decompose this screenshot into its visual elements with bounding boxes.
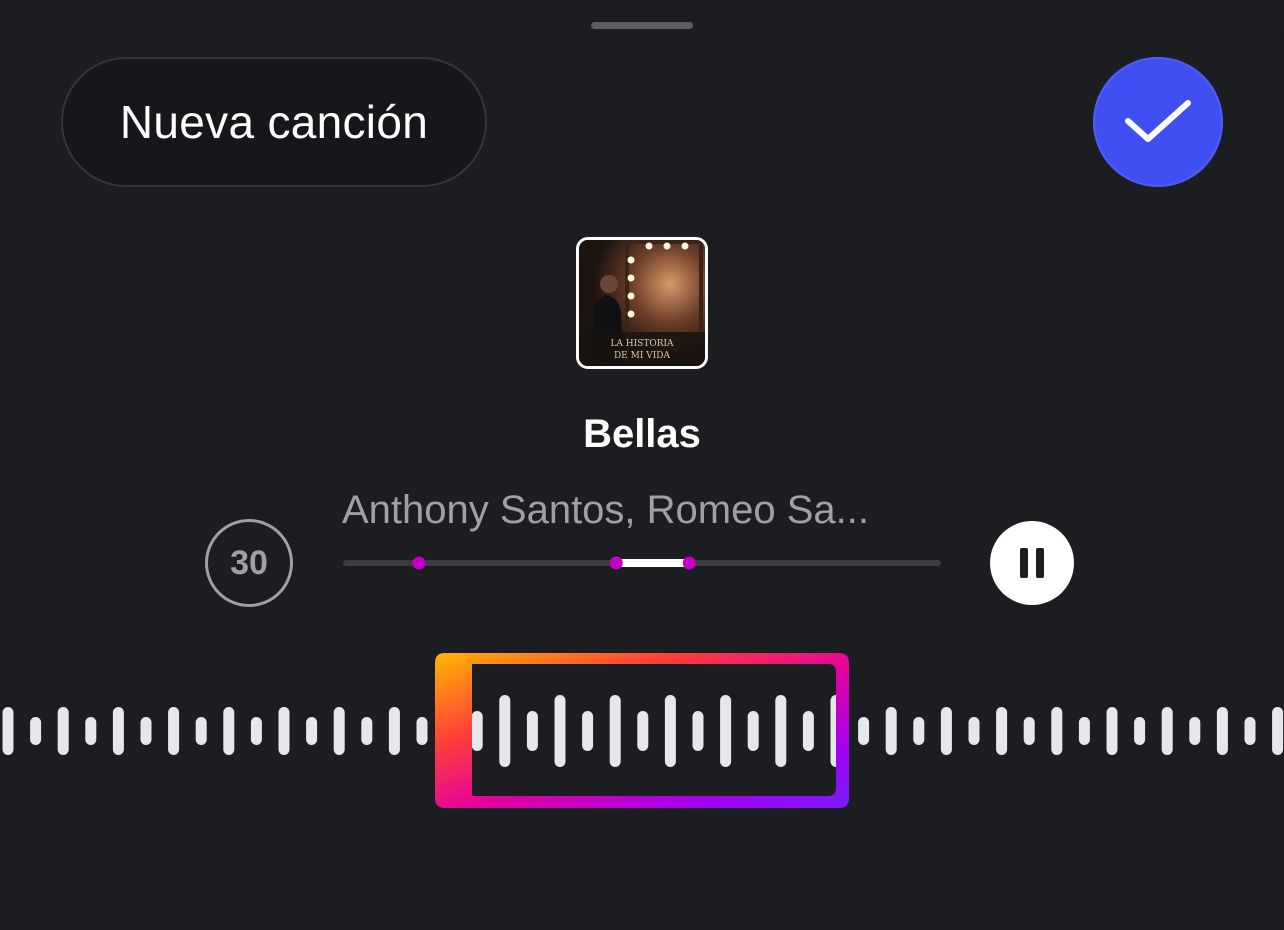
waveform-bar xyxy=(223,707,235,755)
waveform-bar xyxy=(112,707,124,755)
waveform-bar xyxy=(1051,707,1063,755)
waveform-bar xyxy=(996,707,1008,755)
waveform-bar xyxy=(388,707,400,755)
duration-selector[interactable]: 30 xyxy=(205,519,293,607)
waveform-bar xyxy=(582,711,594,751)
waveform-bar xyxy=(361,717,373,745)
waveform-bar xyxy=(1023,717,1035,745)
album-art-image: LA HISTORIA DE MI VIDA xyxy=(579,240,705,366)
waveform-bar xyxy=(195,717,207,745)
timeline-marker[interactable] xyxy=(609,556,623,570)
waveform-bar xyxy=(526,711,538,751)
waveform-bar xyxy=(747,711,759,751)
waveform-bar xyxy=(1161,707,1173,755)
duration-label: 30 xyxy=(230,543,268,582)
waveform-bar xyxy=(306,717,318,745)
confirm-button[interactable] xyxy=(1093,57,1223,187)
waveform-bar xyxy=(57,707,69,755)
svg-text:DE MI VIDA: DE MI VIDA xyxy=(614,351,671,361)
waveform-bar xyxy=(250,717,262,745)
waveform-bar xyxy=(499,695,511,767)
waveform-bar xyxy=(554,695,566,767)
waveform-bar xyxy=(1106,707,1118,755)
waveform-bar xyxy=(968,717,980,745)
timeline-marker[interactable] xyxy=(412,556,426,570)
music-picker-sheet: Nueva canción LA HISTORIA DE MI VIDA Bel… xyxy=(0,0,1284,930)
waveform-bar xyxy=(140,717,152,745)
album-art: LA HISTORIA DE MI VIDA xyxy=(576,237,708,369)
waveform-bar xyxy=(637,711,649,751)
waveform-bar xyxy=(333,707,345,755)
waveform-bar xyxy=(2,707,14,755)
waveform-bar xyxy=(416,717,428,745)
waveform-bar xyxy=(1216,707,1228,755)
waveform-bar xyxy=(1189,717,1201,745)
waveform-bar xyxy=(471,711,483,751)
waveform[interactable] xyxy=(0,650,1284,812)
waveform-bar xyxy=(664,695,676,767)
new-song-label: Nueva canción xyxy=(119,96,429,148)
waveform-bar xyxy=(885,707,897,755)
pause-icon xyxy=(1020,548,1044,578)
timeline-marker[interactable] xyxy=(682,556,696,570)
svg-text:LA HISTORIA: LA HISTORIA xyxy=(610,339,674,349)
waveform-bar xyxy=(1134,717,1146,745)
song-title: Bellas xyxy=(583,412,701,456)
song-artist: Anthony Santos, Romeo Sa... xyxy=(342,488,869,532)
timeline-selected-range[interactable] xyxy=(616,559,690,567)
checkmark-icon xyxy=(1125,100,1191,142)
waveform-bar xyxy=(278,707,290,755)
waveform-bar xyxy=(1078,717,1090,745)
sheet-grabber[interactable] xyxy=(591,22,693,29)
waveform-bar xyxy=(168,707,180,755)
waveform-bar xyxy=(802,711,814,751)
waveform-bar xyxy=(85,717,97,745)
waveform-bar xyxy=(775,695,787,767)
waveform-bar xyxy=(1244,717,1256,745)
pause-button[interactable] xyxy=(990,521,1074,605)
song-timeline[interactable] xyxy=(343,548,941,578)
waveform-bar xyxy=(940,707,952,755)
new-song-button[interactable]: Nueva canción xyxy=(61,57,487,187)
waveform-bar xyxy=(1272,707,1284,755)
waveform-bar xyxy=(692,711,704,751)
waveform-bar xyxy=(30,717,42,745)
waveform-bar xyxy=(720,695,732,767)
waveform-bar xyxy=(609,695,621,767)
waveform-bar xyxy=(913,717,925,745)
waveform-bar xyxy=(858,717,870,745)
